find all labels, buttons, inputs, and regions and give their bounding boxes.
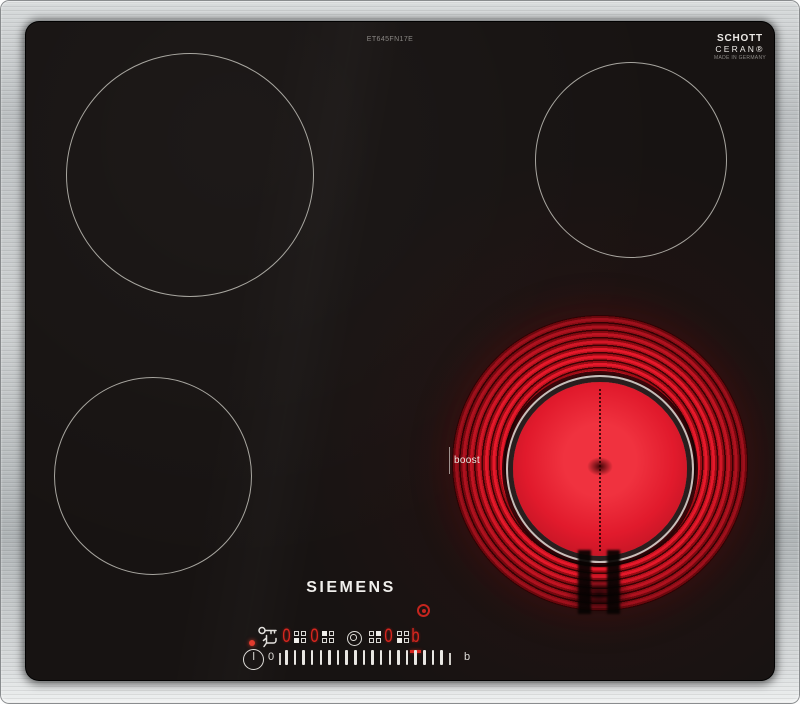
zone-back-left — [66, 53, 314, 297]
boost-marker-line — [449, 447, 450, 474]
timer-icon[interactable] — [347, 631, 362, 646]
slider-start-label: 0 — [268, 651, 274, 663]
model-number: ET645FN17E — [330, 36, 450, 43]
schott-text: SCHOTT — [708, 33, 772, 45]
zone-indicator-back-right[interactable] — [369, 631, 381, 643]
display-front-left: 0 — [281, 626, 291, 648]
element-terminal-shadow — [566, 575, 632, 615]
zone-indicator-front-right[interactable] — [397, 631, 409, 643]
slider-boost-label: b — [464, 651, 470, 663]
boost-indicator-icon — [417, 604, 430, 617]
power-button[interactable] — [243, 649, 264, 670]
display-back-right: 0 — [383, 626, 393, 648]
siemens-logo: SIEMENS — [294, 579, 408, 597]
boost-label: boost — [454, 455, 480, 466]
zone-front-left — [54, 377, 252, 575]
cooktop: boost ET645FN17E SIEMENS SCHOTT CERAN® M… — [0, 0, 800, 704]
slider-end-tick — [449, 653, 451, 665]
slider-end-tick — [279, 653, 281, 665]
power-level-slider[interactable] — [285, 650, 443, 665]
display-back-left: 0 — [309, 626, 319, 648]
zone-indicator-front-left[interactable] — [294, 631, 306, 643]
element-center-spot — [587, 457, 613, 476]
display-front-right-boost: b — [410, 626, 420, 648]
schott-ceran-badge: SCHOTT CERAN® MADE IN GERMANY — [708, 33, 772, 62]
ceran-text: CERAN® — [708, 45, 772, 55]
zone-indicator-back-left[interactable] — [322, 631, 334, 643]
power-led — [249, 640, 255, 646]
zone-back-right — [535, 62, 727, 258]
badge-subtext: MADE IN GERMANY — [708, 56, 772, 62]
